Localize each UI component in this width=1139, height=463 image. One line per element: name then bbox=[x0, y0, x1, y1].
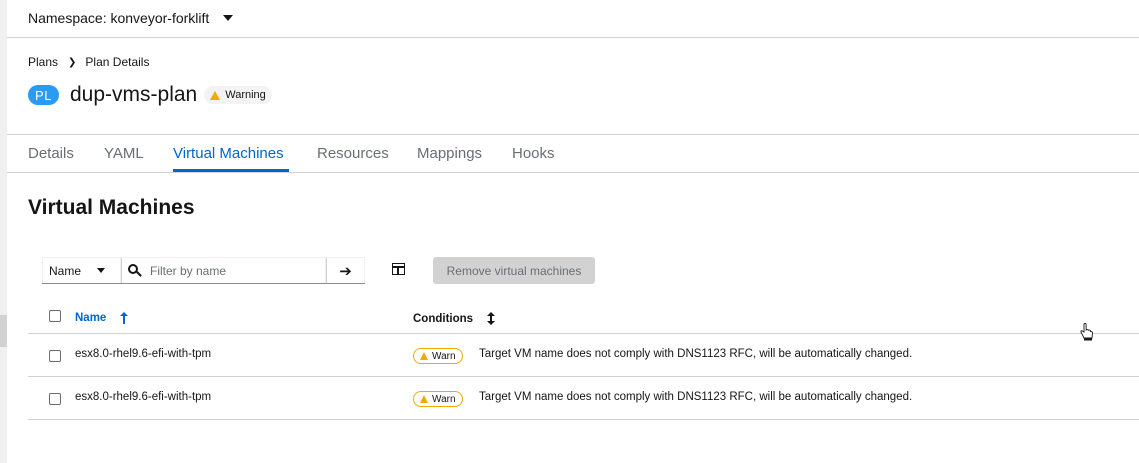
breadcrumb: Plans ❯ Plan Details bbox=[28, 55, 149, 69]
warning-icon bbox=[210, 90, 221, 100]
manage-columns-icon[interactable] bbox=[392, 263, 405, 275]
tab-yaml[interactable]: YAML bbox=[104, 145, 144, 162]
breadcrumb-current: Plan Details bbox=[85, 55, 150, 69]
row-checkbox[interactable] bbox=[49, 393, 61, 405]
hand-cursor-icon bbox=[1080, 323, 1093, 341]
tab-mappings[interactable]: Mappings bbox=[417, 145, 482, 162]
apply-filter-button[interactable]: ➔ bbox=[326, 257, 365, 283]
warning-icon bbox=[420, 352, 428, 360]
condition-message: Target VM name does not comply with DNS1… bbox=[479, 348, 913, 360]
caret-down-icon bbox=[97, 268, 105, 273]
plan-details-page: Namespace: konveyor-forklift Plans ❯ Pla… bbox=[7, 0, 1139, 463]
left-gutter bbox=[0, 0, 7, 463]
status-label: Warning bbox=[225, 89, 266, 101]
gutter-marker bbox=[0, 315, 7, 347]
condition-text: Warn bbox=[432, 350, 456, 362]
column-conditions-label: Conditions bbox=[413, 312, 474, 325]
search-icon bbox=[128, 263, 142, 278]
arrow-right-icon: ➔ bbox=[339, 262, 352, 280]
chevron-right-icon: ❯ bbox=[68, 56, 77, 68]
sort-ascending-icon bbox=[120, 312, 129, 324]
tab-virtual-machines[interactable]: Virtual Machines bbox=[173, 145, 284, 162]
tab-hooks[interactable]: Hooks bbox=[512, 145, 555, 162]
table-row: esx8.0-rhel9.6-efi-with-tpm Warn Target … bbox=[28, 334, 1139, 377]
sort-icon bbox=[487, 312, 496, 325]
row-checkbox[interactable] bbox=[49, 350, 61, 362]
search-input[interactable] bbox=[150, 263, 320, 278]
table-row: esx8.0-rhel9.6-efi-with-tpm Warn Target … bbox=[28, 377, 1139, 420]
table-header: Name Conditions bbox=[28, 300, 1139, 334]
page-header: PL dup-vms-plan Warning bbox=[28, 83, 272, 107]
tab-resources[interactable]: Resources bbox=[317, 145, 389, 162]
filter-attribute-select[interactable]: Name bbox=[42, 257, 121, 283]
page-title: dup-vms-plan bbox=[70, 83, 198, 106]
column-header-conditions[interactable]: Conditions bbox=[413, 312, 496, 325]
column-name-label: Name bbox=[75, 312, 107, 324]
status-badge: Warning bbox=[204, 86, 272, 104]
filter-toolbar: Name ➔ bbox=[42, 257, 365, 284]
warning-icon bbox=[420, 395, 428, 403]
plan-type-badge: PL bbox=[28, 85, 59, 105]
active-tab-indicator bbox=[173, 169, 289, 172]
condition-label: Warn bbox=[413, 348, 463, 364]
condition-label: Warn bbox=[413, 391, 463, 407]
search-field bbox=[121, 257, 326, 283]
condition-message: Target VM name does not comply with DNS1… bbox=[479, 391, 913, 403]
remove-virtual-machines-button: Remove virtual machines bbox=[433, 257, 595, 284]
condition-text: Warn bbox=[432, 393, 456, 405]
namespace-label: Namespace: konveyor-forklift bbox=[28, 10, 210, 26]
tab-details[interactable]: Details bbox=[28, 145, 74, 162]
filter-attribute-label: Name bbox=[49, 263, 82, 278]
vm-name: esx8.0-rhel9.6-efi-with-tpm bbox=[75, 348, 212, 360]
breadcrumb-plans-link[interactable]: Plans bbox=[28, 55, 58, 69]
column-header-name[interactable]: Name bbox=[75, 312, 129, 324]
tab-bar: Details YAML Virtual Machines Resources … bbox=[7, 134, 1139, 173]
select-all-checkbox[interactable] bbox=[49, 310, 61, 322]
namespace-bar: Namespace: konveyor-forklift bbox=[7, 0, 1139, 38]
virtual-machines-table: Name Conditions esx8.0-rhel9.6-efi-with-… bbox=[28, 300, 1139, 420]
section-title: Virtual Machines bbox=[28, 196, 195, 219]
caret-down-icon bbox=[223, 15, 234, 21]
namespace-dropdown[interactable]: Namespace: konveyor-forklift bbox=[28, 10, 234, 26]
vm-name: esx8.0-rhel9.6-efi-with-tpm bbox=[75, 391, 212, 403]
